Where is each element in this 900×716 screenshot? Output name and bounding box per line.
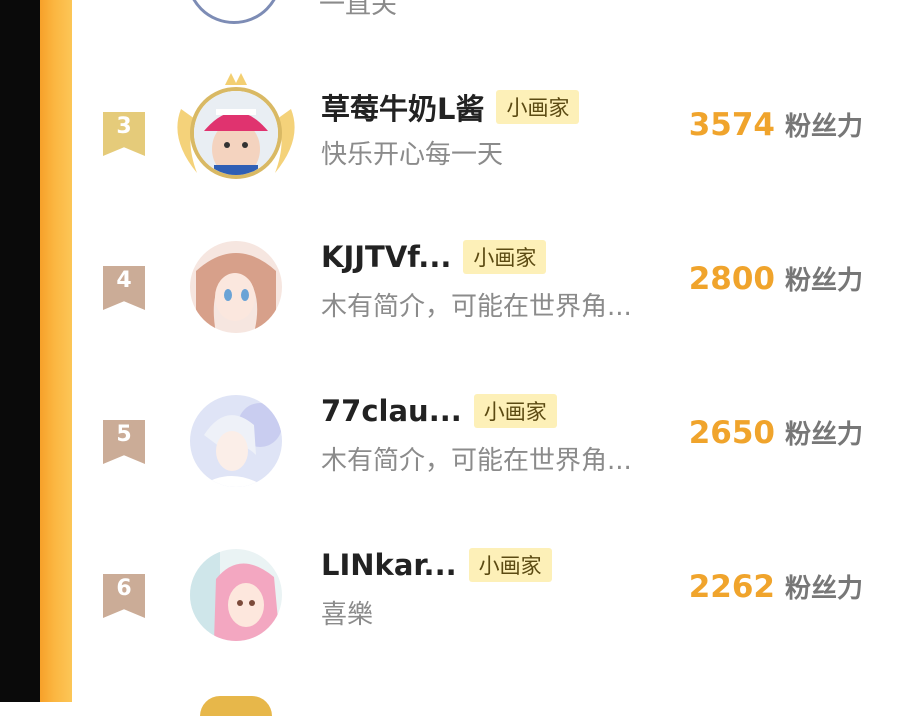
user-name[interactable]: 草莓牛奶L酱 xyxy=(321,86,484,128)
level-tag: 小画家 xyxy=(468,548,552,582)
avatar-anime-girl-icon xyxy=(190,241,282,333)
fan-score-unit: 粉丝力 xyxy=(784,112,863,142)
left-dark-edge xyxy=(0,0,40,702)
user-bio: 快乐开心每一天 xyxy=(321,140,504,170)
rank-badge: 4 xyxy=(103,266,145,310)
user-bio: 一直关 xyxy=(319,0,398,20)
left-orange-stripe xyxy=(40,0,72,702)
avatar[interactable] xyxy=(190,241,282,333)
user-name[interactable]: LINkar... xyxy=(321,548,457,582)
fan-score: 3574 xyxy=(688,107,775,143)
level-tag: 小画家 xyxy=(463,240,547,274)
fan-ranking-list[interactable]: 一直关 3 草莓牛奶L酱 小画家 快乐开心每一天 3574 粉丝力 4 KJJT… xyxy=(72,0,900,716)
user-name[interactable]: KJJTVf... xyxy=(321,240,451,274)
list-item[interactable]: 6 LINkar... 小画家 喜樂 2262 粉丝力 xyxy=(72,528,900,658)
list-item[interactable]: 3 草莓牛奶L酱 小画家 快乐开心每一天 3574 粉丝力 xyxy=(72,66,900,196)
rank-badge: 3 xyxy=(103,112,145,156)
avatar[interactable] xyxy=(200,696,272,716)
avatar-baby-pink-hat-icon xyxy=(194,91,278,175)
fan-score: 2800 xyxy=(688,261,775,297)
fan-score-unit: 粉丝力 xyxy=(784,266,863,296)
avatar[interactable] xyxy=(186,0,282,24)
user-name[interactable]: 77clau... xyxy=(321,394,462,428)
level-tag: 小画家 xyxy=(496,90,580,124)
user-bio: 喜樂 xyxy=(321,600,374,630)
fan-score-unit: 粉丝力 xyxy=(784,420,863,450)
avatar[interactable] xyxy=(177,73,295,179)
rank-badge: 6 xyxy=(103,574,145,618)
avatar-anime-boy-icon xyxy=(190,395,282,487)
list-item[interactable]: 4 KJJTVf... 小画家 木有简介，可能在世界角... 2800 粉丝力 xyxy=(72,220,900,350)
avatar[interactable] xyxy=(190,395,282,487)
list-item[interactable]: 5 77clau... 小画家 木有简介，可能在世界角... 2650 粉丝力 xyxy=(72,374,900,504)
avatar[interactable] xyxy=(190,549,282,641)
fan-score-unit: 粉丝力 xyxy=(784,574,863,604)
rank-badge: 5 xyxy=(103,420,145,464)
level-tag: 小画家 xyxy=(473,394,557,428)
fan-score: 2650 xyxy=(688,415,775,451)
avatar-pink-hair-girl-icon xyxy=(190,549,282,641)
fan-score: 2262 xyxy=(688,569,775,605)
user-bio: 木有简介，可能在世界角... xyxy=(321,446,632,476)
user-bio: 木有简介，可能在世界角... xyxy=(321,292,632,322)
